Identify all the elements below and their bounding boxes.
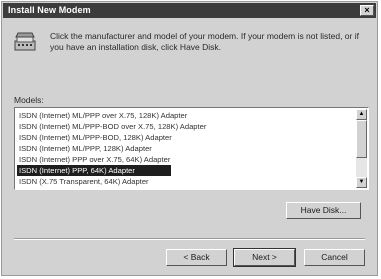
close-button[interactable]: × — [360, 5, 374, 16]
have-disk-button[interactable]: Have Disk... — [286, 202, 361, 219]
install-new-modem-dialog: Install New Modem × Click the manufactur… — [1, 1, 378, 276]
cancel-button[interactable]: Cancel — [304, 249, 365, 266]
title-bar[interactable]: Install New Modem × — [3, 3, 376, 18]
models-list: ISDN (Internet) ML/PPP over X.75, 128K) … — [17, 110, 354, 187]
models-label: Models: — [14, 95, 44, 105]
window-title: Install New Modem — [8, 5, 91, 15]
modem-icon — [14, 32, 36, 51]
model-list-item[interactable]: ISDN (Internet) ML/PPP, 128K) Adapter — [17, 143, 354, 154]
scroll-down-button[interactable]: ▼ — [356, 177, 367, 188]
scroll-thumb[interactable] — [356, 120, 367, 158]
model-list-item[interactable]: ISDN (Internet) PPP over X.75, 64K) Adap… — [17, 154, 354, 165]
model-list-item[interactable]: ISDN (Internet) ML/PPP-BOD, 128K) Adapte… — [17, 132, 354, 143]
model-list-item[interactable]: ISDN (Internet) ML/PPP-BOD over X.75, 12… — [17, 121, 354, 132]
scroll-up-button[interactable]: ▲ — [356, 109, 367, 120]
model-list-item[interactable]: ISDN (Internet) PPP, 64K) Adapter — [17, 165, 171, 176]
instructions-text: Click the manufacturer and model of your… — [50, 31, 359, 52]
model-list-item[interactable]: ISDN (X.75 Transparent, 64K) Adapter — [17, 176, 354, 187]
model-list-item[interactable]: ISDN (Internet) ML/PPP over X.75, 128K) … — [17, 110, 354, 121]
next-button[interactable]: Next > — [233, 248, 296, 267]
models-scrollbar[interactable]: ▲ ▼ — [356, 109, 367, 188]
separator-line — [14, 238, 365, 240]
back-button[interactable]: < Back — [166, 249, 227, 266]
models-listbox[interactable]: ISDN (Internet) ML/PPP over X.75, 128K) … — [14, 107, 369, 190]
